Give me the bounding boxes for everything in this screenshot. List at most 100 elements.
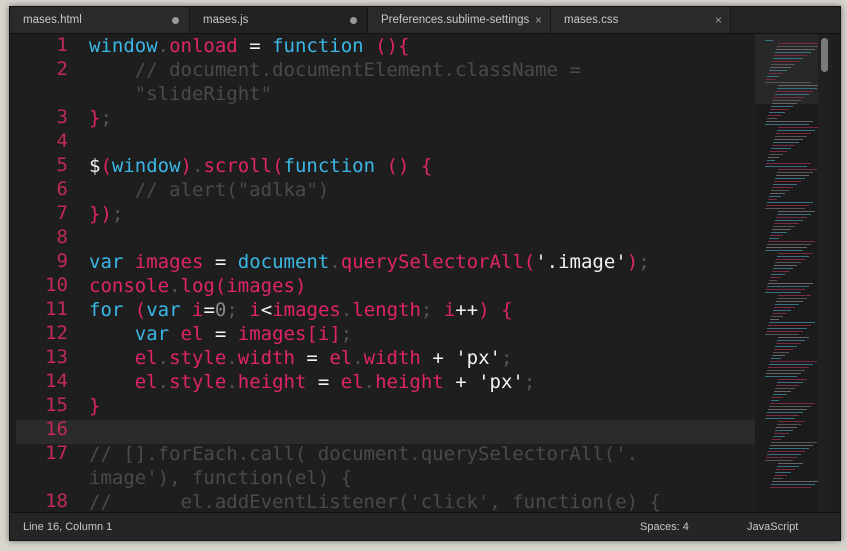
minimap-line [775, 430, 793, 431]
code-line[interactable]: "slideRight" [89, 82, 272, 106]
line-number: 8 [56, 226, 68, 248]
code-line[interactable]: $(window).scroll(function () { [89, 154, 432, 178]
minimap-line [778, 379, 807, 380]
unsaved-dot-icon[interactable] [172, 17, 179, 24]
minimap-line [775, 346, 797, 347]
code-area[interactable]: window.onload = function (){ // document… [89, 34, 749, 512]
code-line[interactable]: console.log(images) [89, 274, 306, 298]
close-icon[interactable]: × [715, 13, 722, 27]
minimap-line [776, 259, 805, 260]
code-editor[interactable]: 1 2 3 4 5 6 7 8 9 10 11 12 13 14 15 16 1… [10, 34, 755, 512]
code-line[interactable]: window.onload = function (){ [89, 34, 409, 58]
minimap-line [776, 133, 811, 134]
line-number: 15 [45, 394, 68, 416]
minimap-line [770, 109, 789, 110]
minimap-line [768, 409, 807, 410]
code-line[interactable]: for (var i=0; i<images.length; i++) { [89, 298, 513, 322]
minimap-line [777, 256, 809, 257]
minimap-line [774, 223, 799, 224]
minimap-line [778, 463, 803, 464]
minimap-line [769, 448, 809, 449]
code-line[interactable]: var el = images[i]; [89, 322, 352, 346]
minimap-line [770, 151, 787, 152]
minimap-line [765, 208, 805, 209]
code-line[interactable]: }); [89, 202, 123, 226]
minimap-line [769, 406, 811, 407]
minimap-line [775, 94, 809, 95]
code-line[interactable]: var images = document.querySelectorAll('… [89, 250, 650, 274]
minimap-line [774, 475, 787, 476]
line-number: 1 [56, 34, 68, 56]
minimap-line [766, 79, 775, 80]
minimap-line [772, 481, 819, 482]
minimap-line [778, 337, 809, 338]
minimap-line [767, 286, 809, 287]
scrollbar-thumb[interactable] [821, 38, 828, 72]
indentation-setting[interactable]: Spaces: 4 [640, 521, 689, 533]
tab-mases-html[interactable]: mases.html [10, 7, 190, 33]
vertical-scrollbar[interactable] [818, 34, 832, 512]
minimap-line [765, 82, 811, 83]
minimap-line [768, 199, 777, 200]
minimap-line [777, 298, 807, 299]
minimap-line [772, 271, 789, 272]
tab-preferences[interactable]: Preferences.sublime-settings × [368, 7, 551, 33]
minimap-line [773, 184, 797, 185]
minimap-line [773, 394, 787, 395]
minimap-line [765, 460, 793, 461]
minimap-line [765, 40, 773, 41]
minimap-line [765, 166, 807, 167]
minimap-line [771, 148, 791, 149]
minimap-line [767, 328, 807, 329]
unsaved-dot-icon[interactable] [350, 17, 357, 24]
close-icon[interactable]: × [535, 13, 542, 27]
code-line[interactable]: el.style.width = el.width + 'px'; [89, 346, 513, 370]
minimap-line [776, 385, 799, 386]
minimap-line [769, 112, 785, 113]
status-bar: Line 16, Column 1 Spaces: 4 JavaScript [10, 512, 840, 540]
minimap-line [766, 247, 807, 248]
line-number: 16 [45, 418, 68, 440]
minimap-line [777, 130, 815, 131]
minimap-line [765, 250, 803, 251]
minimap-line [766, 289, 805, 290]
minimap-line [777, 88, 817, 89]
code-line[interactable]: // document.documentElement.className = [89, 58, 581, 82]
minimap-line [777, 214, 811, 215]
minimap-line [776, 343, 801, 344]
minimap-line [767, 412, 803, 413]
minimap-line [776, 175, 809, 176]
minimap-line [766, 457, 797, 458]
minimap-line [770, 361, 817, 362]
minimap[interactable] [755, 34, 823, 512]
code-line[interactable]: } [89, 394, 100, 418]
line-number: 14 [45, 370, 68, 392]
minimap-line [773, 100, 801, 101]
minimap-line [772, 397, 783, 398]
code-line[interactable]: // alert("adlka") [89, 178, 329, 202]
code-line[interactable]: el.style.height = el.height + 'px'; [89, 370, 536, 394]
minimap-line [778, 211, 815, 212]
tab-mases-css[interactable]: mases.css × [551, 7, 731, 33]
tab-mases-js[interactable]: mases.js [190, 7, 368, 33]
minimap-line [774, 139, 803, 140]
line-number: 17 [45, 442, 68, 464]
minimap-line [771, 274, 785, 275]
minimap-line [775, 52, 811, 53]
minimap-line [772, 229, 791, 230]
code-line[interactable]: image'), function(el) { [89, 466, 352, 490]
minimap-line [771, 442, 817, 443]
minimap-line [768, 115, 781, 116]
code-line[interactable]: }; [89, 106, 112, 130]
minimap-line [770, 193, 785, 194]
minimap-line [772, 313, 787, 314]
minimap-line [777, 382, 803, 383]
syntax-mode[interactable]: JavaScript [747, 521, 798, 533]
code-line[interactable]: // [].forEach.call( document.querySelect… [89, 442, 638, 466]
minimap-line [767, 370, 805, 371]
tab-bar: mases.html mases.js Preferences.sublime-… [10, 7, 840, 34]
code-line[interactable]: // el.addEventListener('click', function… [89, 490, 661, 512]
minimap-line [765, 334, 799, 335]
minimap-line [774, 307, 795, 308]
minimap-line [775, 388, 795, 389]
